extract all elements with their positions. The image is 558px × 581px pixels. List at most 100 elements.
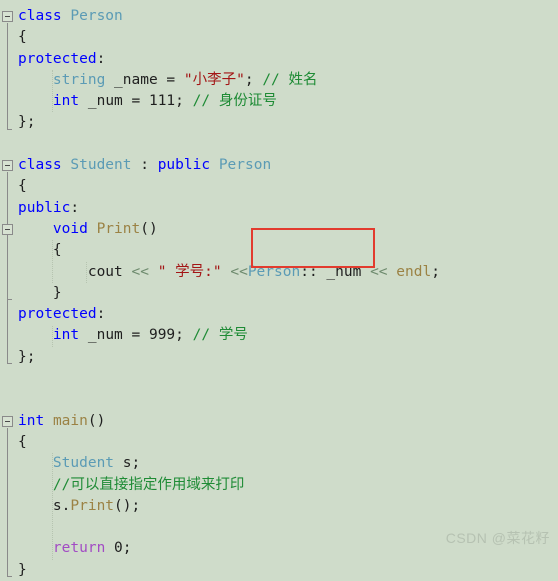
code-line[interactable]: protected: [0,304,558,325]
code-token: int [52,327,80,344]
code-token: _num = [79,93,149,110]
code-token: class [18,157,62,174]
indent-guide [52,69,54,113]
fold-region-foot [7,575,12,577]
code-token: main [52,412,88,429]
code-token: " 学号:" [157,263,222,280]
code-token: 999 [148,327,176,344]
code-token: Student [70,157,132,174]
code-line[interactable]: Student s; [0,453,558,474]
code-token: int [52,93,80,110]
code-token: public [18,199,71,216]
code-token: :: _num [300,263,371,280]
indent-guide [86,261,88,283]
code-line[interactable]: class Student : public Person [0,155,558,176]
fold-collapse-icon[interactable] [2,11,13,22]
code-token: { [18,29,27,46]
code-token: s. [18,497,71,514]
code-token: ; [175,327,193,344]
code-line[interactable]: } [0,560,558,581]
code-line[interactable]: }; [0,112,558,133]
code-line[interactable]: int _num = 111; // 身份证号 [0,91,558,112]
code-editor-surface[interactable]: class Person { protected: string _name = "… [0,0,558,578]
code-token: Print [96,220,141,237]
fold-region-foot [7,298,12,300]
code-token: return [52,540,106,557]
code-token: ; [122,540,132,557]
code-line[interactable]: } [0,283,558,304]
code-line[interactable]: { [0,27,558,48]
code-line[interactable]: public: [0,198,558,219]
code-token: ; [431,263,440,280]
code-token: { [18,178,27,195]
code-token: << [370,263,388,280]
indent-guide [52,325,54,347]
code-token: Person [70,8,123,24]
code-token: protected [18,306,97,323]
code-token: : [70,199,80,216]
code-line[interactable] [0,134,558,155]
code-token: }; [18,348,36,365]
code-line[interactable] [0,368,558,389]
code-line[interactable]: class Person [0,6,558,27]
code-token: class [18,8,62,24]
code-token: // 姓名 [262,71,318,88]
code-token: // 学号 [192,327,248,344]
code-line[interactable]: { [0,240,558,261]
code-token: : [96,50,106,67]
code-line[interactable]: int main() [0,411,558,432]
fold-collapse-icon[interactable] [2,160,13,172]
code-token: _name = [105,71,184,88]
code-line[interactable]: cout << " 学号:" <<Person:: _num << endl; [0,262,558,283]
code-listing[interactable]: class Person { protected: string _name = "… [0,6,558,581]
code-token: 0 [114,540,123,557]
code-line[interactable]: { [0,176,558,197]
code-line[interactable]: s.Print(); [0,496,558,517]
fold-collapse-icon[interactable] [2,415,13,427]
code-line[interactable]: string _name = "小李子"; // 姓名 [0,70,558,91]
code-line[interactable]: int _num = 999; // 学号 [0,325,558,346]
code-token: } [18,284,62,301]
fold-region-foot [7,362,12,364]
code-token: } [18,561,27,578]
code-token: protected [18,50,97,67]
code-token: { [18,433,27,450]
code-token: ; [175,93,193,110]
code-line[interactable]: //可以直接指定作用域来打印 [0,475,558,496]
code-token: string [52,71,106,88]
indent-guide [52,240,54,283]
code-token: int [18,412,45,429]
code-line[interactable]: void Print() [0,219,558,240]
fold-collapse-icon[interactable] [2,224,13,235]
code-token: endl [396,263,432,280]
code-token: Student [52,455,115,472]
code-token: << [131,263,149,280]
code-line[interactable]: { [0,432,558,453]
code-token: ; [244,71,263,88]
code-line[interactable]: protected: [0,49,558,70]
code-token: () [87,412,106,429]
code-token: Print [70,497,115,514]
code-token: { [18,242,62,259]
code-token: 111 [148,93,176,110]
fold-region-line [7,236,8,299]
code-token: public [157,157,211,174]
code-token: : [96,306,106,323]
code-token: << [230,263,248,280]
code-token: }; [18,114,36,131]
code-token: (); [114,497,141,514]
code-line[interactable] [0,389,558,410]
code-line[interactable]: }; [0,347,558,368]
code-token: "小李子" [183,71,245,88]
